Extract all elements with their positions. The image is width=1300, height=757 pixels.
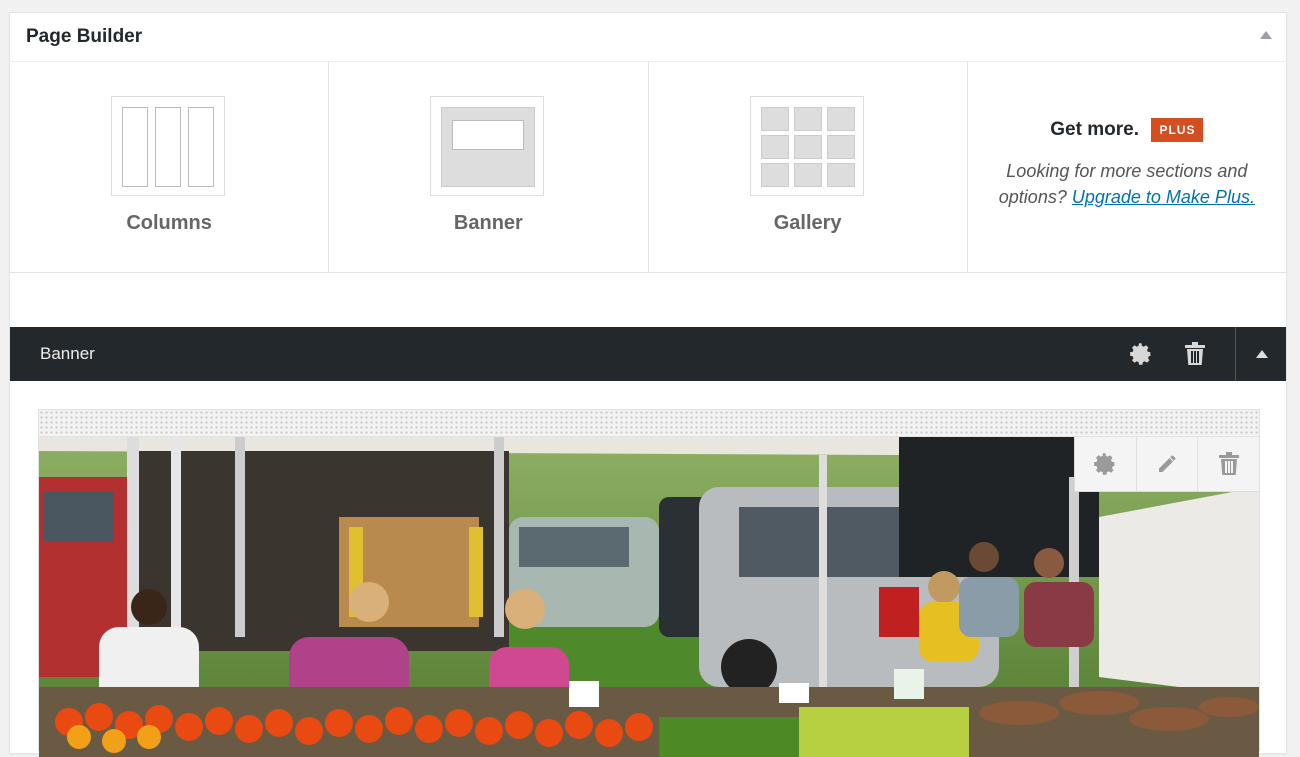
section-settings-button[interactable]: [1114, 327, 1168, 381]
columns-icon: [111, 96, 226, 196]
slide-settings-button[interactable]: [1075, 437, 1137, 491]
trash-icon: [1185, 342, 1205, 365]
collapse-icon[interactable]: [1256, 350, 1268, 358]
menu-item-label: Gallery: [773, 212, 842, 234]
slide-delete-button[interactable]: [1198, 437, 1259, 491]
menu-item-gallery[interactable]: Gallery: [649, 62, 968, 272]
menu-item-banner[interactable]: Banner: [329, 62, 649, 272]
gallery-icon: [749, 96, 864, 196]
page-builder-panel: Page Builder Columns Banner Gallery Get …: [9, 12, 1287, 757]
section-header[interactable]: Banner: [10, 327, 1286, 381]
drag-handle[interactable]: [39, 410, 1259, 437]
get-more-title: Get more.: [1050, 119, 1139, 140]
panel-header[interactable]: Page Builder: [10, 13, 1286, 62]
section-menu: Columns Banner Gallery Get more. PLUS Lo…: [10, 62, 1286, 273]
section-title: Banner: [40, 344, 95, 363]
get-more-text: Looking for more sections and options? U…: [988, 158, 1266, 210]
gear-icon: [1094, 453, 1116, 475]
slide-edit-button[interactable]: [1137, 437, 1199, 491]
get-more-box: Get more. PLUS Looking for more sections…: [968, 62, 1286, 272]
trash-icon: [1218, 452, 1239, 475]
menu-item-columns[interactable]: Columns: [10, 62, 330, 272]
banner-icon: [430, 96, 545, 196]
banner-section-body: [38, 409, 1260, 757]
plus-badge: PLUS: [1151, 118, 1204, 142]
menu-item-label: Columns: [126, 212, 212, 234]
panel-title: Page Builder: [26, 26, 143, 47]
menu-item-label: Banner: [453, 212, 523, 234]
section-delete-button[interactable]: [1168, 327, 1222, 381]
slide-toolbar: [1074, 437, 1259, 492]
panel-toggle-icon[interactable]: [1260, 31, 1272, 39]
bar-divider: [1235, 327, 1236, 381]
gear-icon: [1130, 343, 1152, 365]
pencil-icon: [1159, 455, 1176, 472]
upgrade-link[interactable]: Upgrade to Make Plus.: [1072, 187, 1255, 207]
